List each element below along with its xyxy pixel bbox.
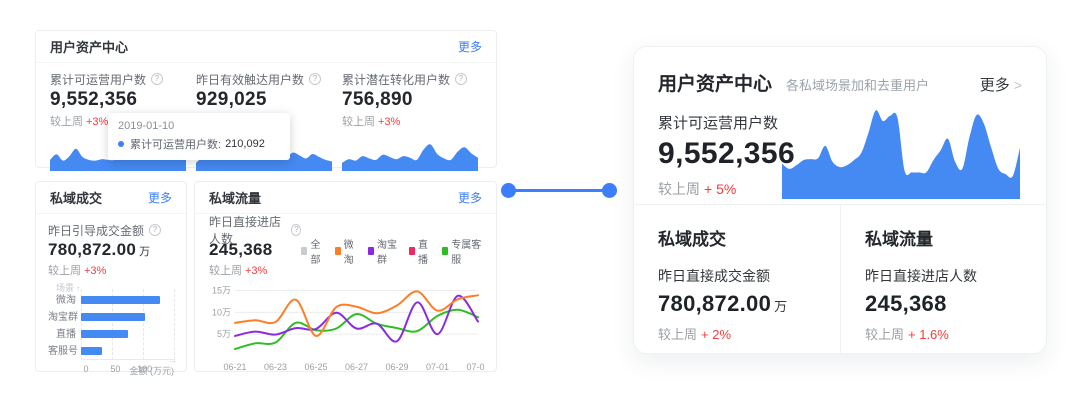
card-header: 私域流量 更多 — [195, 182, 496, 214]
section-title: 私域成交 — [658, 225, 816, 250]
card-title: 用户资产中心 — [50, 37, 128, 56]
help-icon[interactable]: ? — [309, 73, 321, 85]
metric-delta: 较上周+3% — [209, 262, 301, 276]
more-link[interactable]: 更多 — [458, 189, 482, 206]
zoom-connector — [501, 182, 617, 198]
legend-swatch-icon — [301, 247, 307, 255]
metric-potential-users: 累计潜在转化用户数 ? 756,890 较上周+3% — [342, 71, 488, 171]
metric-label: 昨日有效触达用户数 — [196, 71, 304, 88]
card-header: 私域成交 更多 — [36, 182, 186, 214]
bar-category-label: 客服号 — [48, 343, 76, 360]
metric-value: 756,890 — [342, 89, 478, 111]
bar-y-axis-label: 场景↑ — [56, 281, 174, 292]
section-title: 私域流量 — [865, 225, 1022, 250]
private-traffic-card: 私域流量 更多 昨日直接进店人数 ? 245,368 较上周+3% — [194, 181, 497, 372]
more-link[interactable]: 更多 > — [980, 74, 1022, 95]
detail-card-header: 用户资产中心 各私域场景加和去重用户 更多 > — [634, 47, 1046, 96]
svg-text:06-27: 06-27 — [345, 362, 368, 372]
svg-text:06-29: 06-29 — [385, 362, 408, 372]
detail-bottom-sections: 私域成交 昨日直接成交金额 780,872.00万 较上周+ 2% 私域流量 昨… — [634, 204, 1046, 353]
card-title: 私域成交 — [50, 188, 102, 207]
scene-amount-bar-chart[interactable]: 场景↑微淘淘宝群直播客服号→050100金额 (万元) — [48, 281, 174, 377]
section-value: 780,872.00万 — [658, 291, 816, 317]
svg-text:06-23: 06-23 — [264, 362, 287, 372]
metric-label: 累计可运营用户数 — [50, 71, 146, 88]
series-dot-icon — [118, 141, 124, 147]
metric-label: 昨日引导成交金额 — [48, 222, 144, 239]
section-private-deal: 私域成交 昨日直接成交金额 780,872.00万 较上周+ 2% — [634, 205, 840, 353]
card-body: 昨日直接进店人数 ? 245,368 较上周+3% 全部 微淘 — [195, 214, 496, 374]
bar-category-label: 直播 — [48, 326, 76, 343]
bar[interactable] — [81, 330, 128, 338]
section-delta: 较上周+ 1.6% — [865, 324, 1022, 343]
legend-swatch-icon — [368, 247, 374, 255]
legend-swatch-icon — [409, 247, 415, 255]
section-unit: 万 — [774, 299, 787, 314]
detail-card-subtitle: 各私域场景加和去重用户 — [786, 75, 980, 94]
detail-card-title: 用户资产中心 — [658, 69, 772, 96]
legend-item-live[interactable]: 直播 — [409, 225, 433, 276]
metric-label: 累计潜在转化用户数 — [342, 71, 450, 88]
legend-item-exclusive-service[interactable]: 专属客服 — [442, 225, 482, 276]
sparkline-potential-users-chart[interactable] — [342, 131, 478, 171]
connector-line — [514, 189, 604, 192]
detail-area-chart[interactable] — [782, 103, 1020, 199]
user-asset-overview-card: 用户资产中心 更多 累计可运营用户数 ? 9,552,356 较上周+3% 昨日… — [35, 30, 497, 168]
help-icon[interactable]: ? — [455, 73, 467, 85]
bar-x-axis-label: 金额 (万元) — [130, 364, 175, 377]
metric-value: 929,025 — [196, 89, 332, 111]
metric-value: 9,552,356 — [50, 89, 186, 111]
chart-tooltip: 2019-01-10 累计可运营用户数: 210,092 — [108, 113, 290, 160]
svg-text:07-01: 07-01 — [426, 362, 449, 372]
metric-delta: 较上周+3% — [48, 262, 174, 276]
section-private-traffic: 私域流量 昨日直接进店人数 245,368 较上周+ 1.6% — [840, 205, 1046, 353]
metric-unit: 万 — [139, 246, 150, 258]
metric-value: 245,368 — [209, 240, 301, 260]
metric-value: 780,872.00万 — [48, 240, 174, 260]
section-label: 昨日直接成交金额 — [658, 266, 816, 286]
svg-text:10万: 10万 — [212, 307, 231, 317]
more-link[interactable]: 更多 — [148, 189, 172, 206]
tooltip-date: 2019-01-10 — [118, 120, 280, 132]
bar[interactable] — [81, 347, 102, 355]
bar-category-label: 淘宝群 — [48, 309, 76, 326]
svg-text:15万: 15万 — [212, 286, 231, 296]
legend-item-taobao-group[interactable]: 淘宝群 — [368, 225, 400, 276]
axis-tick-label: 0 — [83, 364, 88, 374]
card-header: 用户资产中心 更多 — [36, 31, 496, 63]
svg-text:06-21: 06-21 — [223, 362, 246, 372]
tooltip-value: 210,092 — [225, 138, 265, 150]
tooltip-label: 累计可运营用户数: — [130, 136, 221, 152]
help-icon[interactable]: ? — [149, 224, 161, 236]
svg-text:06-25: 06-25 — [304, 362, 327, 372]
svg-text:5万: 5万 — [217, 329, 231, 339]
legend-swatch-icon — [442, 247, 448, 255]
metric-store-visitors: 昨日直接进店人数 ? 245,368 较上周+3% — [209, 222, 301, 276]
legend-swatch-icon — [335, 247, 341, 255]
section-label: 昨日直接进店人数 — [865, 266, 1022, 286]
more-link[interactable]: 更多 — [458, 38, 482, 55]
metric-delta: 较上周+3% — [342, 113, 478, 127]
card-body: 昨日引导成交金额 ? 780,872.00万 较上周+3% 场景↑微淘淘宝群直播… — [36, 214, 186, 377]
private-domain-dashboard: 用户资产中心 更多 累计可运营用户数 ? 9,552,356 较上周+3% 昨日… — [0, 0, 1080, 404]
connector-dot-icon — [602, 183, 617, 198]
section-delta: 较上周+ 2% — [658, 324, 816, 343]
traffic-trend-line-chart[interactable]: 5万 10万 15万 06-21 06-23 06-25 06-27 06-29 07-01 07… — [209, 276, 484, 374]
axis-tick-label: 50 — [110, 364, 120, 374]
chart-legend: 全部 微淘 淘宝群 直播 — [301, 225, 482, 276]
svg-text:07-03: 07-03 — [466, 362, 484, 372]
bar[interactable] — [81, 313, 145, 321]
legend-item-all[interactable]: 全部 — [301, 225, 325, 276]
chevron-right-icon: > — [1014, 77, 1022, 93]
user-asset-detail-card: 用户资产中心 各私域场景加和去重用户 更多 > 累计可运营用户数 9,552,3… — [633, 46, 1047, 354]
private-deal-card: 私域成交 更多 昨日引导成交金额 ? 780,872.00万 较上周+3% 场景… — [35, 181, 187, 372]
bar[interactable] — [81, 296, 160, 304]
card-title: 私域流量 — [209, 188, 261, 207]
help-icon[interactable]: ? — [291, 224, 301, 236]
section-value: 245,368 — [865, 291, 1022, 317]
bar-category-label: 微淘 — [48, 292, 76, 309]
help-icon[interactable]: ? — [151, 73, 163, 85]
legend-item-weitao[interactable]: 微淘 — [335, 225, 359, 276]
